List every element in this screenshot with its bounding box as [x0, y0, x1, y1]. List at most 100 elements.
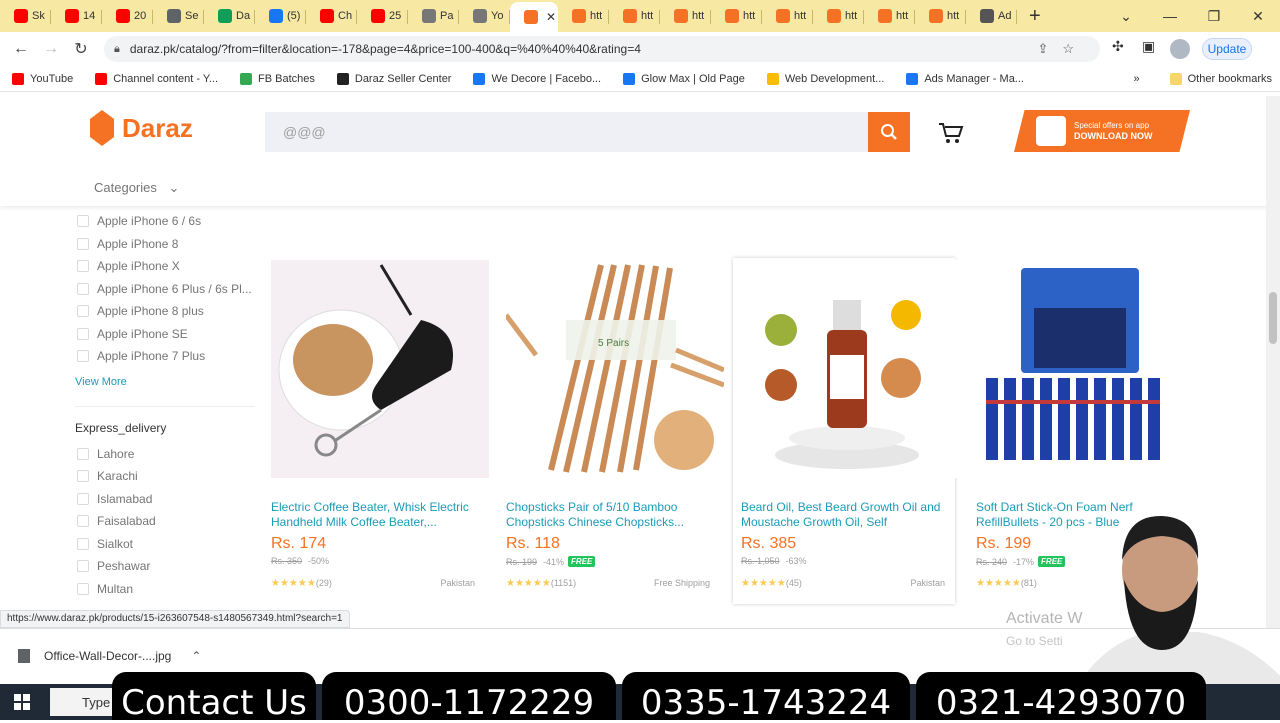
filter-checkbox[interactable] [77, 350, 89, 363]
browser-tab[interactable]: (5) [255, 3, 306, 29]
daraz-logo[interactable]: Daraz [90, 110, 193, 146]
browser-tab[interactable]: htt [711, 3, 762, 29]
filter-checkbox[interactable] [77, 327, 89, 340]
extensions-icon[interactable]: ✣ [1112, 38, 1124, 55]
browser-tab[interactable]: Da [204, 3, 255, 29]
browser-tab[interactable]: htt [660, 3, 711, 29]
browser-tab[interactable]: htt [558, 3, 609, 29]
bookmark-item[interactable]: Web Development... [766, 72, 884, 85]
browser-tab[interactable]: htt [609, 3, 660, 29]
search-button[interactable] [868, 112, 910, 152]
browser-tab[interactable]: Se [153, 3, 204, 29]
browser-tab[interactable]: Ch [306, 3, 357, 29]
product-image-chopsticks[interactable]: 5 Pairs [506, 260, 724, 478]
bookmark-item[interactable]: FB Batches [240, 72, 315, 85]
tab-label: Ch [338, 10, 353, 22]
bookmark-item[interactable]: Glow Max | Old Page [623, 72, 745, 85]
filter-option-city[interactable]: Multan [75, 578, 255, 601]
product-image-nerf-darts[interactable] [976, 260, 1194, 478]
filter-checkbox[interactable] [77, 215, 89, 228]
product-image-beard-oil[interactable] [741, 260, 959, 478]
filter-checkbox[interactable] [77, 260, 89, 273]
profile-avatar[interactable] [1170, 39, 1190, 59]
bookmark-item[interactable]: Ads Manager - Ma... [906, 72, 1024, 85]
minimize-icon[interactable]: — [1148, 8, 1192, 24]
filter-checkbox[interactable] [77, 515, 89, 528]
filter-checkbox[interactable] [77, 447, 89, 460]
restore-icon[interactable]: ❐ [1192, 8, 1236, 25]
scrollbar-thumb[interactable] [1269, 292, 1277, 344]
browser-tab[interactable]: htt [864, 3, 915, 29]
forward-icon[interactable]: → [36, 40, 66, 58]
browser-tab[interactable]: 14 [51, 3, 102, 29]
browser-tab[interactable]: Sk [0, 3, 51, 29]
filter-checkbox[interactable] [77, 305, 89, 318]
browser-tab[interactable]: htt [915, 3, 966, 29]
tab-list-icon[interactable]: ⌄ [1104, 8, 1148, 25]
product-title[interactable]: Chopsticks Pair of 5/10 Bamboo Chopstick… [506, 500, 710, 530]
product-card[interactable]: 5 Pairs Chopsticks Pair of 5/10 Bamboo C… [498, 258, 724, 604]
bookmark-item[interactable]: Daraz Seller Center [336, 72, 451, 85]
tab-close-icon[interactable]: ✕ [546, 10, 556, 24]
filter-option-model[interactable]: Apple iPhone 6 / 6s [75, 210, 255, 233]
filter-checkbox[interactable] [77, 237, 89, 250]
update-button[interactable]: Update [1202, 38, 1252, 60]
bookmark-item[interactable]: YouTube [12, 72, 73, 85]
product-card[interactable]: Beard Oil, Best Beard Growth Oil and Mou… [733, 258, 959, 604]
filter-checkbox[interactable] [77, 560, 89, 573]
other-bookmarks-folder[interactable]: Other bookmarks [1169, 72, 1272, 85]
reload-icon[interactable]: ↻ [66, 39, 96, 59]
filter-option-model[interactable]: Apple iPhone 6 Plus / 6s Pl... [75, 278, 255, 301]
filter-checkbox[interactable] [77, 582, 89, 595]
download-item[interactable]: Office-Wall-Decor-....jpg ⌃ [18, 649, 201, 663]
filter-option-city[interactable]: Lahore [75, 443, 255, 466]
filter-option-city[interactable]: Islamabad [75, 488, 255, 511]
filter-checkbox[interactable] [77, 492, 89, 505]
bookmark-item[interactable]: We Decore | Facebo... [473, 72, 601, 85]
browser-tab[interactable]: 25 [357, 3, 408, 29]
windows-start-icon[interactable] [14, 694, 30, 710]
categories-menu[interactable]: Categories ⌄ [94, 180, 179, 196]
filter-option-city[interactable]: Peshawar [75, 555, 255, 578]
browser-tab[interactable]: Pa [408, 3, 459, 29]
filter-checkbox[interactable] [77, 282, 89, 295]
app-download-banner[interactable]: Special offers on app DOWNLOAD NOW [1014, 110, 1190, 152]
browser-tab[interactable]: htt [813, 3, 864, 29]
filter-option-model[interactable]: Apple iPhone SE [75, 323, 255, 346]
bookmark-item[interactable]: Channel content - Y... [95, 72, 218, 85]
filter-option-model[interactable]: Apple iPhone X [75, 255, 255, 278]
browser-tab[interactable]: 20 [102, 3, 153, 29]
close-window-icon[interactable]: ✕ [1236, 8, 1280, 25]
browser-tab[interactable]: Yo [459, 3, 510, 29]
filter-option-city[interactable]: Sialkot [75, 533, 255, 556]
browser-tab[interactable]: htt [762, 3, 813, 29]
more-bookmarks-icon[interactable]: » [1134, 73, 1140, 85]
browser-tab[interactable]: Ad [966, 3, 1017, 29]
filter-checkbox[interactable] [77, 537, 89, 550]
filter-option-city[interactable]: Karachi [75, 465, 255, 488]
filter-option-model[interactable]: Apple iPhone 8 plus [75, 300, 255, 323]
filter-option-model[interactable]: Apple iPhone 7 Plus [75, 345, 255, 368]
tab-favicon-icon [116, 9, 130, 23]
browser-tab[interactable]: ✕ [510, 2, 558, 32]
svg-text:5 Pairs: 5 Pairs [598, 338, 629, 349]
chevron-up-icon[interactable]: ⌃ [191, 649, 201, 663]
share-bookmark-icons[interactable]: ⇪☆ [1037, 41, 1088, 57]
product-image-coffee-beater[interactable] [271, 260, 489, 478]
product-card[interactable]: Electric Coffee Beater, Whisk Electric H… [263, 258, 489, 604]
url-field[interactable]: 🔒︎ daraz.pk/catalog/?from=filter&locatio… [104, 36, 1100, 62]
cart-icon[interactable] [938, 122, 964, 150]
bookmark-favicon-icon [906, 72, 919, 85]
search-input[interactable]: @@@ [265, 112, 868, 152]
tab-label: 20 [134, 10, 147, 22]
filter-checkbox[interactable] [77, 470, 89, 483]
side-panel-icon[interactable]: ▣ [1142, 38, 1155, 55]
back-icon[interactable]: ← [6, 40, 36, 58]
link-status-bar: https://www.daraz.pk/products/15-i263607… [0, 610, 350, 628]
view-more-link[interactable]: View More [75, 376, 255, 388]
new-tab-icon[interactable]: + [1029, 5, 1041, 28]
product-title[interactable]: Electric Coffee Beater, Whisk Electric H… [271, 500, 475, 530]
product-title[interactable]: Beard Oil, Best Beard Growth Oil and Mou… [741, 500, 945, 530]
filter-option-model[interactable]: Apple iPhone 8 [75, 233, 255, 256]
filter-option-city[interactable]: Faisalabad [75, 510, 255, 533]
